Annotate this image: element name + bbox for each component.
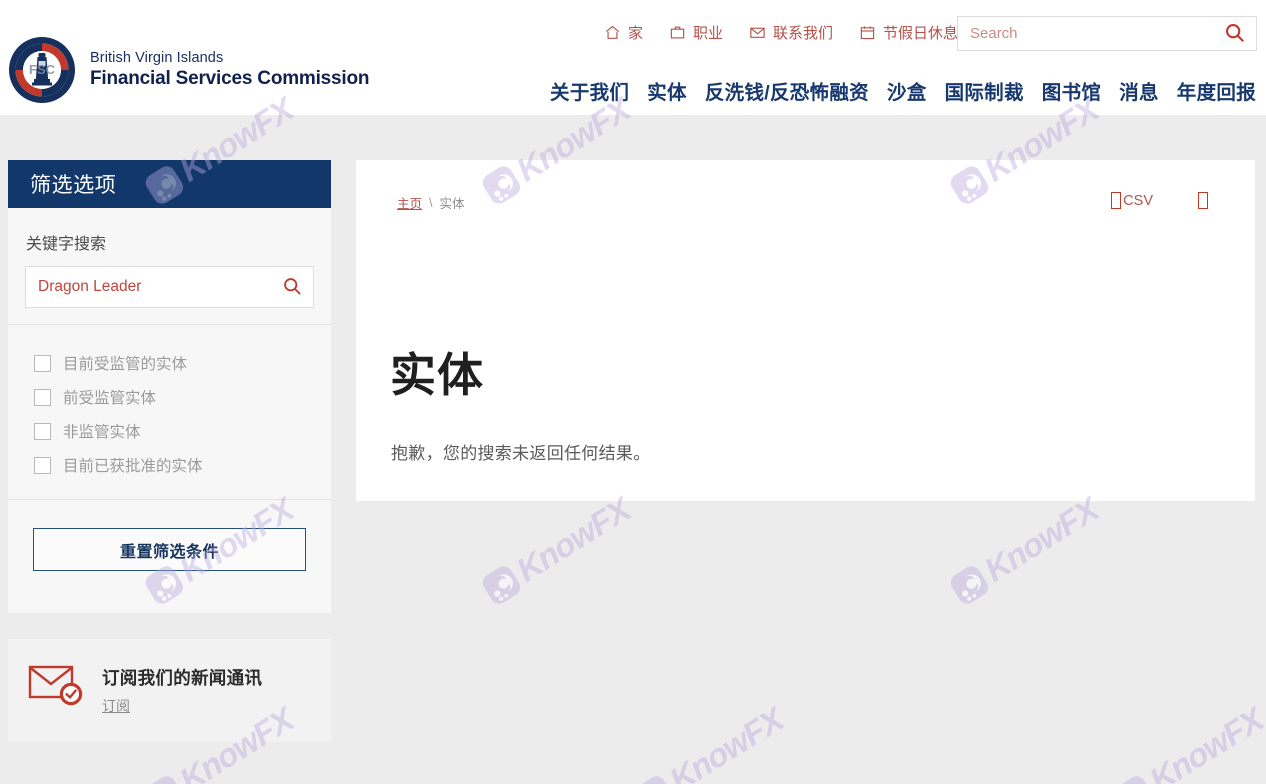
brand-logo[interactable]: FSC British Virgin Islands Financial Ser… [8, 36, 370, 104]
envelope-icon [749, 24, 766, 41]
calendar-icon [859, 24, 876, 41]
newsletter-title: 订阅我们的新闻通讯 [102, 668, 263, 688]
main-nav: 关于我们 实体 反洗钱/反恐怖融资 沙盒 国际制裁 图书馆 消息 年度回报 [550, 76, 1256, 105]
filter-label: 目前受监管的实体 [63, 356, 188, 373]
brand-line-2: Financial Services Commission [90, 67, 370, 89]
entity-status-filters: 目前受监管的实体 前受监管实体 非监管实体 目前已获批准的实体 [25, 325, 314, 499]
filter-panel-title: 筛选选项 [30, 174, 117, 197]
filter-panel: 筛选选项 关键字搜索 Dragon Leader 目前受监管的实体 前受监管实体… [8, 160, 331, 613]
download-secondary-button[interactable] [1198, 192, 1210, 209]
filter-currently-approved[interactable]: 目前已获批准的实体 [25, 448, 314, 482]
main-nav-about[interactable]: 关于我们 [550, 76, 629, 105]
brand-line-1: British Virgin Islands [90, 50, 224, 67]
util-nav-contact[interactable]: 联系我们 [749, 22, 833, 43]
download-csv-button[interactable]: CSV [1111, 192, 1153, 209]
search-submit-button[interactable] [1212, 17, 1256, 50]
breadcrumb-separator: \ [429, 195, 433, 210]
newsletter-subscribe-link[interactable]: 订阅 [102, 696, 130, 716]
search-icon [1224, 22, 1245, 46]
filter-label: 前受监管实体 [63, 390, 157, 407]
filter-panel-header: 筛选选项 [8, 160, 331, 208]
svg-text:FSC: FSC [29, 62, 56, 77]
keyword-search-input[interactable] [26, 267, 271, 307]
search-icon [282, 276, 302, 299]
page-title: 实体 [390, 349, 484, 401]
no-results-message: 抱歉，您的搜索未返回任何结果。 [391, 444, 651, 463]
main-nav-library[interactable]: 图书馆 [1042, 76, 1101, 105]
download-glyph-icon [1111, 192, 1122, 209]
checkbox-icon[interactable] [34, 354, 51, 372]
checkbox-icon[interactable] [34, 422, 51, 440]
breadcrumb: 主页 \ 实体 [397, 193, 465, 212]
keyword-search-button[interactable] [271, 267, 313, 307]
briefcase-icon [669, 24, 686, 41]
reset-filters-button[interactable]: 重置筛选条件 [33, 528, 306, 571]
keyword-search-box[interactable] [25, 266, 314, 308]
filter-currently-regulated[interactable]: 目前受监管的实体 [25, 346, 314, 380]
util-nav-home-label: 家 [627, 25, 643, 42]
checkbox-icon[interactable] [34, 456, 51, 474]
filter-label: 非监管实体 [63, 424, 141, 441]
main-nav-sanctions[interactable]: 国际制裁 [945, 76, 1024, 105]
util-nav-contact-label: 联系我们 [772, 25, 833, 42]
util-nav-careers[interactable]: 职业 [669, 22, 723, 43]
download-csv-label: CSV [1123, 192, 1153, 209]
breadcrumb-home[interactable]: 主页 [397, 193, 422, 212]
main-nav-aml-cft[interactable]: 反洗钱/反恐怖融资 [705, 76, 869, 105]
util-nav-holidays-label: 节假日休息 [882, 25, 958, 42]
main-nav-sandbox[interactable]: 沙盒 [887, 76, 927, 105]
breadcrumb-current: 实体 [439, 197, 465, 211]
home-icon [604, 24, 621, 41]
newsletter-signup[interactable]: 订阅我们的新闻通讯 订阅 [8, 639, 331, 742]
envelope-check-icon [28, 663, 84, 712]
main-nav-annual-returns[interactable]: 年度回报 [1177, 76, 1256, 105]
util-nav-holidays[interactable]: 节假日休息 [859, 22, 958, 43]
filter-label: 目前已获批准的实体 [63, 458, 203, 475]
keyword-search-label: 关键字搜索 [26, 236, 107, 253]
main-nav-news[interactable]: 消息 [1119, 76, 1159, 105]
download-glyph-icon [1198, 192, 1208, 209]
fsc-seal-icon: FSC [8, 36, 76, 104]
main-nav-entities[interactable]: 实体 [647, 76, 687, 105]
filter-non-regulated[interactable]: 非监管实体 [25, 414, 314, 448]
header-search[interactable] [957, 16, 1257, 51]
site-header: FSC British Virgin Islands Financial Ser… [0, 0, 1266, 115]
util-nav-careers-label: 职业 [692, 25, 723, 42]
filter-sidebar: 筛选选项 关键字搜索 Dragon Leader 目前受监管的实体 前受监管实体… [8, 160, 331, 742]
checkbox-icon[interactable] [34, 388, 51, 406]
utility-nav: 家 职业 联系我们 节假日休息 [604, 22, 958, 43]
download-tools: CSV [1111, 192, 1210, 209]
page-body: 筛选选项 关键字搜索 Dragon Leader 目前受监管的实体 前受监管实体… [0, 115, 1266, 784]
filter-formerly-regulated[interactable]: 前受监管实体 [25, 380, 314, 414]
search-input[interactable] [958, 17, 1212, 50]
util-nav-home[interactable]: 家 [604, 22, 643, 43]
